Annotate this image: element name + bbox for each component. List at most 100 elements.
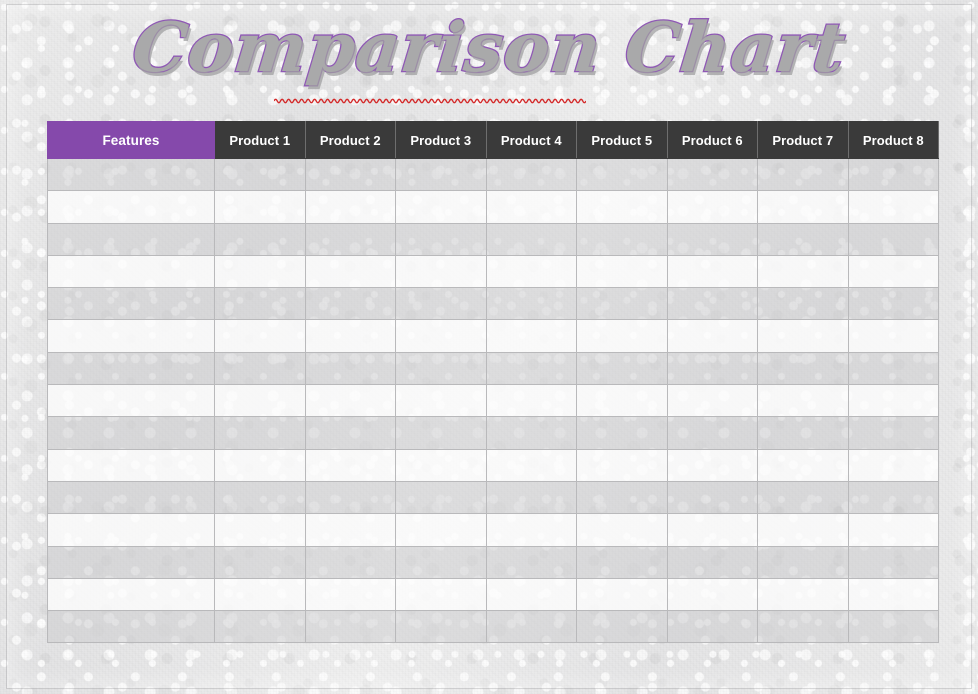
table-cell-product_7[interactable]: [757, 157, 849, 192]
table-cell-product_7[interactable]: [757, 480, 849, 515]
table-cell-product_5[interactable]: [576, 222, 668, 256]
table-cell-product_4[interactable]: [485, 610, 577, 644]
table-cell-product_1[interactable]: [214, 545, 306, 579]
table-cell-features[interactable]: [47, 545, 215, 579]
table-cell-product_3[interactable]: [395, 545, 487, 579]
table-cell-product_7[interactable]: [757, 448, 849, 482]
table-cell-product_6[interactable]: [666, 157, 758, 192]
table-cell-features[interactable]: [47, 351, 215, 386]
table-cell-product_2[interactable]: [304, 157, 396, 192]
table-cell-product_3[interactable]: [395, 222, 487, 256]
table-cell-product_3[interactable]: [395, 384, 487, 418]
column-header-product-6[interactable]: Product 6: [666, 121, 758, 159]
column-header-product-7[interactable]: Product 7: [757, 121, 849, 159]
table-cell-product_7[interactable]: [757, 222, 849, 256]
table-cell-product_2[interactable]: [304, 448, 396, 482]
table-cell-features[interactable]: [47, 319, 215, 353]
table-cell-product_4[interactable]: [485, 480, 577, 515]
table-cell-product_1[interactable]: [214, 287, 306, 321]
table-cell-product_7[interactable]: [757, 577, 849, 612]
table-cell-product_1[interactable]: [214, 190, 306, 224]
table-cell-product_4[interactable]: [485, 222, 577, 256]
table-cell-product_6[interactable]: [666, 222, 758, 256]
column-header-product-5[interactable]: Product 5: [576, 121, 668, 159]
table-cell-product_6[interactable]: [666, 513, 758, 547]
table-cell-product_1[interactable]: [214, 610, 306, 644]
table-cell-product_1[interactable]: [214, 351, 306, 386]
table-cell-product_4[interactable]: [485, 287, 577, 321]
table-cell-product_4[interactable]: [485, 513, 577, 547]
table-cell-product_2[interactable]: [304, 480, 396, 515]
table-cell-product_5[interactable]: [576, 157, 668, 192]
table-cell-product_8[interactable]: [847, 287, 939, 321]
table-cell-product_4[interactable]: [485, 384, 577, 418]
table-cell-product_8[interactable]: [847, 513, 939, 547]
table-cell-product_5[interactable]: [576, 610, 668, 644]
table-cell-features[interactable]: [47, 254, 215, 289]
table-cell-product_4[interactable]: [485, 577, 577, 612]
table-cell-features[interactable]: [47, 157, 215, 192]
table-cell-product_3[interactable]: [395, 480, 487, 515]
table-cell-product_8[interactable]: [847, 157, 939, 192]
table-cell-product_6[interactable]: [666, 351, 758, 386]
table-cell-features[interactable]: [47, 384, 215, 418]
table-cell-product_5[interactable]: [576, 577, 668, 612]
table-cell-product_8[interactable]: [847, 416, 939, 450]
table-cell-product_6[interactable]: [666, 287, 758, 321]
table-cell-product_2[interactable]: [304, 577, 396, 612]
table-cell-product_5[interactable]: [576, 384, 668, 418]
table-cell-product_3[interactable]: [395, 287, 487, 321]
table-cell-product_7[interactable]: [757, 319, 849, 353]
table-cell-product_4[interactable]: [485, 319, 577, 353]
table-cell-product_5[interactable]: [576, 545, 668, 579]
table-cell-product_7[interactable]: [757, 513, 849, 547]
table-cell-product_8[interactable]: [847, 319, 939, 353]
table-cell-product_5[interactable]: [576, 448, 668, 482]
table-cell-product_8[interactable]: [847, 222, 939, 256]
table-cell-product_6[interactable]: [666, 416, 758, 450]
table-cell-product_2[interactable]: [304, 384, 396, 418]
table-cell-product_2[interactable]: [304, 513, 396, 547]
table-cell-features[interactable]: [47, 448, 215, 482]
table-cell-features[interactable]: [47, 222, 215, 256]
table-cell-product_5[interactable]: [576, 319, 668, 353]
table-cell-product_3[interactable]: [395, 319, 487, 353]
table-cell-product_2[interactable]: [304, 287, 396, 321]
table-cell-features[interactable]: [47, 480, 215, 515]
table-cell-product_1[interactable]: [214, 480, 306, 515]
table-cell-product_5[interactable]: [576, 513, 668, 547]
table-cell-product_1[interactable]: [214, 319, 306, 353]
table-cell-product_2[interactable]: [304, 545, 396, 579]
table-cell-product_4[interactable]: [485, 448, 577, 482]
table-cell-product_6[interactable]: [666, 480, 758, 515]
column-header-features[interactable]: Features: [47, 121, 215, 159]
table-cell-product_3[interactable]: [395, 351, 487, 386]
table-cell-product_5[interactable]: [576, 416, 668, 450]
table-cell-product_4[interactable]: [485, 254, 577, 289]
table-cell-product_5[interactable]: [576, 351, 668, 386]
table-cell-product_8[interactable]: [847, 545, 939, 579]
table-cell-product_5[interactable]: [576, 287, 668, 321]
table-cell-features[interactable]: [47, 577, 215, 612]
table-cell-product_1[interactable]: [214, 448, 306, 482]
table-cell-product_8[interactable]: [847, 448, 939, 482]
table-cell-product_8[interactable]: [847, 351, 939, 386]
table-cell-product_7[interactable]: [757, 351, 849, 386]
table-cell-product_2[interactable]: [304, 319, 396, 353]
table-cell-product_2[interactable]: [304, 222, 396, 256]
table-cell-features[interactable]: [47, 513, 215, 547]
table-cell-product_3[interactable]: [395, 157, 487, 192]
table-cell-product_8[interactable]: [847, 190, 939, 224]
table-cell-product_8[interactable]: [847, 577, 939, 612]
table-cell-product_7[interactable]: [757, 545, 849, 579]
column-header-product-2[interactable]: Product 2: [304, 121, 396, 159]
table-cell-product_1[interactable]: [214, 157, 306, 192]
table-cell-product_1[interactable]: [214, 577, 306, 612]
table-cell-product_1[interactable]: [214, 254, 306, 289]
table-cell-product_6[interactable]: [666, 448, 758, 482]
table-cell-product_4[interactable]: [485, 351, 577, 386]
column-header-product-8[interactable]: Product 8: [847, 121, 939, 159]
table-cell-product_6[interactable]: [666, 545, 758, 579]
table-cell-product_6[interactable]: [666, 190, 758, 224]
table-cell-product_8[interactable]: [847, 480, 939, 515]
